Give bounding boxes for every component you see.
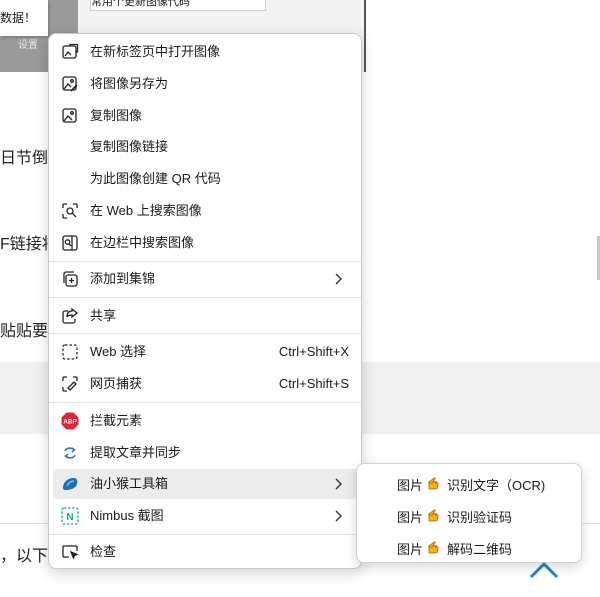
- menu-label: 油小猴工具箱: [90, 476, 169, 491]
- pointing-hand-icon: [427, 509, 443, 523]
- menu-item-block-element[interactable]: ABP 拦截元素: [53, 406, 357, 436]
- open-new-tab-icon: [61, 43, 79, 61]
- web-select-icon: [61, 343, 79, 361]
- menu-label: Web 选择: [90, 344, 147, 359]
- menu-label: Nimbus 截图: [90, 508, 164, 523]
- toast-message: 数据！: [0, 0, 48, 36]
- menu-item-add-to-collections[interactable]: 添加到集锦: [53, 264, 357, 294]
- menu-label: 在新标签页中打开图像: [90, 44, 221, 59]
- menu-label: 拦截元素: [90, 413, 143, 428]
- submenu-prefix: 图片: [397, 509, 424, 525]
- menu-separator: [49, 534, 361, 535]
- chevron-right-icon: [331, 477, 345, 491]
- nimbus-icon: N: [61, 507, 79, 525]
- web-capture-icon: [61, 375, 79, 393]
- share-icon: [61, 307, 79, 325]
- adblock-icon: ABP: [61, 412, 79, 430]
- pointing-hand-icon: [427, 541, 443, 555]
- menu-label: 复制图像: [90, 108, 143, 123]
- back-to-top-icon[interactable]: [529, 560, 559, 580]
- menu-item-inspect[interactable]: 检查: [53, 537, 357, 567]
- collections-add-icon: [61, 270, 79, 288]
- menu-separator: [49, 402, 361, 403]
- menu-label: 在 Web 上搜索图像: [90, 203, 202, 218]
- menu-item-copy-image[interactable]: 复制图像: [53, 101, 357, 131]
- menu-label: 复制图像链接: [90, 139, 169, 154]
- menu-label: 将图像另存为: [90, 76, 169, 91]
- adblock-badge-text: ABP: [63, 419, 77, 426]
- menu-item-open-image-new-tab[interactable]: 在新标签页中打开图像: [53, 37, 357, 67]
- keyboard-shortcut: Ctrl+Shift+S: [278, 376, 349, 391]
- menu-item-save-image-as[interactable]: 将图像另存为: [53, 69, 357, 99]
- sync-icon: [61, 444, 79, 462]
- menu-label: 添加到集锦: [90, 271, 156, 286]
- context-menu: 在新标签页中打开图像 将图像另存为 复制图像 复制图像链接 为此图像创建 QR …: [48, 33, 362, 569]
- copy-image-icon: [61, 107, 79, 125]
- submenu-prefix: 图片: [397, 541, 424, 557]
- pointing-hand-icon: [427, 477, 443, 491]
- menu-label: 提取文章并同步: [90, 445, 182, 460]
- youhou-toolbox-icon: [61, 475, 79, 493]
- submenu-label: 识别验证码: [447, 509, 513, 525]
- menu-item-search-web-image[interactable]: 在 Web 上搜索图像: [53, 196, 357, 226]
- nimbus-badge-text: N: [66, 512, 73, 523]
- menu-item-youhou-toolbox[interactable]: 油小猴工具箱: [53, 469, 357, 499]
- menu-item-share[interactable]: 共享: [53, 301, 357, 331]
- thumbnail-label: 设置: [18, 40, 38, 51]
- menu-separator: [49, 261, 361, 262]
- inspect-icon: [61, 543, 79, 561]
- menu-item-copy-image-link[interactable]: 复制图像链接: [53, 132, 357, 162]
- menu-item-nimbus-screenshot[interactable]: N Nimbus 截图: [53, 501, 357, 531]
- submenu-prefix: 图片: [397, 477, 424, 493]
- menu-separator: [49, 333, 361, 334]
- menu-item-web-capture[interactable]: 网页捕获 Ctrl+Shift+S: [53, 369, 357, 399]
- submenu-item-ocr[interactable]: 图片 识别文字（OCR): [397, 474, 545, 494]
- submenu-label: 解码二维码: [447, 541, 513, 557]
- submenu-label: 识别文字（OCR): [447, 477, 546, 493]
- menu-item-web-select[interactable]: Web 选择 Ctrl+Shift+X: [53, 337, 357, 367]
- top-chip: 常用个更新图像代码: [90, 0, 266, 11]
- menu-item-search-sidebar-image[interactable]: 在边栏中搜索图像: [53, 228, 357, 258]
- menu-label: 在边栏中搜索图像: [90, 235, 195, 250]
- submenu-item-captcha[interactable]: 图片 识别验证码: [397, 506, 512, 526]
- menu-label: 网页捕获: [90, 376, 143, 391]
- menu-label: 为此图像创建 QR 代码: [90, 171, 221, 186]
- visual-search-icon: [61, 202, 79, 220]
- toolbox-submenu: 图片 识别文字（OCR) 图片 识别验证码 图片 解码二维码: [356, 463, 582, 563]
- chevron-right-icon: [331, 509, 345, 523]
- save-image-icon: [61, 75, 79, 93]
- menu-label: 共享: [90, 308, 117, 323]
- keyboard-shortcut: Ctrl+Shift+X: [278, 344, 349, 359]
- menu-item-extract-article-sync[interactable]: 提取文章并同步: [53, 438, 357, 468]
- menu-item-create-qr-code[interactable]: 为此图像创建 QR 代码: [53, 164, 357, 194]
- sidebar-search-icon: [61, 234, 79, 252]
- chevron-right-icon: [331, 272, 345, 286]
- submenu-item-decode-qr[interactable]: 图片 解码二维码: [397, 538, 512, 558]
- menu-label: 检查: [90, 544, 117, 559]
- menu-separator: [49, 297, 361, 298]
